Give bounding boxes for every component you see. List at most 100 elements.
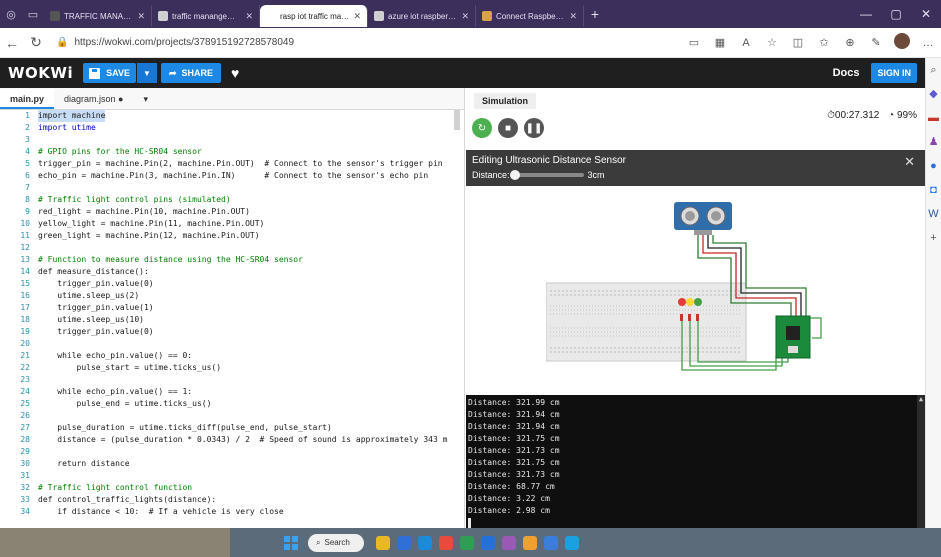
code-line[interactable]: 32 # Traffic light control function <box>0 482 465 494</box>
browser-tab[interactable]: Connect Raspberry Pi to Azure I ✕ <box>476 5 584 27</box>
heart-icon[interactable]: ♥ <box>231 65 239 81</box>
close-window-icon[interactable]: ✕ <box>911 7 941 21</box>
sidebar-shopping-icon[interactable]: ▬ <box>928 106 939 130</box>
taskbar-app-icon[interactable] <box>544 535 558 550</box>
close-tab-icon[interactable]: ✕ <box>245 11 253 22</box>
share-button[interactable]: ➦ SHARE <box>160 63 222 83</box>
collections-icon[interactable]: ⊕ <box>837 36 863 49</box>
code-line[interactable]: 16 utime.sleep_us(2) <box>0 290 465 302</box>
code-line[interactable]: 19 trigger_pin.value(0) <box>0 326 465 338</box>
sidebar-outlook-icon[interactable]: ◘ <box>930 178 937 202</box>
code-line[interactable]: 26 <box>0 410 465 422</box>
taskbar-app-icon[interactable] <box>502 535 516 550</box>
sidebar-word-icon[interactable]: W <box>928 202 938 226</box>
code-line[interactable]: 5 trigger_pin = machine.Pin(2, machine.Pi… <box>0 158 465 170</box>
save-button[interactable]: SAVE <box>83 63 136 83</box>
browser-tab[interactable]: rasp iot traffic management - Wi ✕ <box>260 5 368 27</box>
restart-button[interactable]: ↻ <box>472 118 492 138</box>
new-tab-button[interactable]: + <box>584 6 606 22</box>
sidebar-circle-icon[interactable]: ● <box>930 154 937 178</box>
more-icon[interactable]: … <box>915 37 941 49</box>
code-line[interactable]: 24 while echo_pin.value() == 1: <box>0 386 465 398</box>
code-line[interactable]: 21 while echo_pin.value() == 0: <box>0 350 465 362</box>
minimize-icon[interactable]: — <box>851 7 881 21</box>
browser-tab[interactable]: azure iot raspberry pi - Search ✕ <box>368 5 476 27</box>
ultrasonic-sensor[interactable] <box>674 202 732 235</box>
code-line[interactable]: 18 utime.sleep_us(10) <box>0 314 465 326</box>
code-line[interactable]: 23 <box>0 374 465 386</box>
code-line[interactable]: 15 trigger_pin.value(0) <box>0 278 465 290</box>
code-line[interactable]: 34 if distance < 10: # If a vehicle is v… <box>0 506 465 518</box>
url-field[interactable]: 🔒 https://wokwi.com/projects/37891519272… <box>56 32 456 54</box>
code-line[interactable]: 4 # GPIO pins for the HC-SR04 sensor <box>0 146 465 158</box>
code-line[interactable]: 17 trigger_pin.value(1) <box>0 302 465 314</box>
close-tab-icon[interactable]: ✕ <box>569 11 577 22</box>
editor-scrollbar[interactable] <box>454 110 460 130</box>
code-area[interactable]: 1 import machine 2 import utime 3 4 # GPIO pin… <box>0 110 465 528</box>
tab-actions-icon[interactable]: ▭ <box>22 0 44 28</box>
search-icon[interactable]: ⌕ <box>930 58 936 82</box>
tab-diagram-json[interactable]: diagram.json ● <box>54 89 133 109</box>
code-line[interactable]: 9 red_light = machine.Pin(10, machine.Pin… <box>0 206 465 218</box>
code-line[interactable]: 6 echo_pin = machine.Pin(3, machine.Pin.I… <box>0 170 465 182</box>
code-line[interactable]: 29 <box>0 446 465 458</box>
code-line[interactable]: 30 return distance <box>0 458 465 470</box>
slider-handle[interactable] <box>509 170 520 180</box>
favorite-icon[interactable]: ☆ <box>759 36 785 49</box>
code-line[interactable]: 10 yellow_light = machine.Pin(11, machine… <box>0 218 465 230</box>
split-screen-icon[interactable]: ◫ <box>785 36 811 49</box>
code-line[interactable]: 12 <box>0 242 465 254</box>
sidebar-app-icon[interactable]: ◆ <box>929 82 937 106</box>
back-icon[interactable]: ← <box>0 35 24 51</box>
close-icon[interactable]: ✕ <box>904 154 915 170</box>
close-tab-icon[interactable]: ✕ <box>137 11 145 22</box>
browser-menu-icon[interactable]: ◎ <box>0 0 22 28</box>
favorites-list-icon[interactable]: ✩ <box>811 36 837 49</box>
pause-button[interactable]: ❚❚ <box>524 118 544 138</box>
taskbar-app-icon[interactable] <box>523 535 537 550</box>
extensions-icon[interactable]: ✎ <box>863 36 889 49</box>
taskbar-app-icon[interactable] <box>397 535 411 550</box>
start-icon[interactable] <box>284 535 298 550</box>
code-line[interactable]: 7 <box>0 182 465 194</box>
browser-tab[interactable]: TRAFFIC MANAGEMENT - Wokwi ✕ <box>44 5 152 27</box>
docs-link[interactable]: Docs <box>833 67 860 79</box>
taskbar-app-icon[interactable] <box>418 535 432 550</box>
taskbar-app-icon[interactable] <box>481 535 495 550</box>
code-line[interactable]: 8 # Traffic light control pins (simulated… <box>0 194 465 206</box>
taskbar-app-icon[interactable] <box>439 535 453 550</box>
taskbar-search[interactable]: ⌕ Search <box>308 533 364 552</box>
code-line[interactable]: 25 pulse_end = utime.ticks_us() <box>0 398 465 410</box>
wokwi-logo[interactable]: WOKWi <box>8 64 73 82</box>
code-line[interactable]: 2 import utime <box>0 122 465 134</box>
read-aloud-icon[interactable]: A <box>733 37 759 49</box>
taskbar-weather-area[interactable] <box>0 528 230 557</box>
maximize-icon[interactable]: ▢ <box>881 7 911 21</box>
code-line[interactable]: 1 import machine <box>0 110 465 122</box>
code-line[interactable]: 27 pulse_duration = utime.ticks_diff(pul… <box>0 422 465 434</box>
code-line[interactable]: 3 <box>0 134 465 146</box>
taskbar-app-icon[interactable] <box>565 535 579 550</box>
editor-tab-menu[interactable]: ▾ <box>133 89 158 109</box>
sidebar-add-icon[interactable]: + <box>930 226 936 250</box>
raspberry-pi-pico[interactable] <box>775 315 811 359</box>
serial-scrollbar[interactable]: ▲ <box>917 395 925 528</box>
browser-tab[interactable]: traffic manangement using arduino✕ <box>152 5 260 27</box>
stop-button[interactable]: ■ <box>498 118 518 138</box>
code-line[interactable]: 33 def control_traffic_lights(distance): <box>0 494 465 506</box>
save-dropdown-button[interactable]: ▼ <box>136 63 157 83</box>
close-tab-icon[interactable]: ✕ <box>353 11 361 22</box>
close-tab-icon[interactable]: ✕ <box>461 11 469 22</box>
code-line[interactable]: 28 distance = (pulse_duration * 0.0343) … <box>0 434 465 446</box>
code-line[interactable]: 13 # Function to measure distance using t… <box>0 254 465 266</box>
distance-slider[interactable] <box>509 170 584 180</box>
grid-icon[interactable]: ▦ <box>707 36 733 49</box>
refresh-icon[interactable]: ↻ <box>24 34 48 51</box>
sign-in-button[interactable]: SIGN IN <box>871 63 917 83</box>
code-line[interactable]: 31 <box>0 470 465 482</box>
app-install-icon[interactable]: ▭ <box>681 36 707 49</box>
code-line[interactable]: 22 pulse_start = utime.ticks_us() <box>0 362 465 374</box>
tab-main-py[interactable]: main.py <box>0 89 55 109</box>
scroll-up-icon[interactable]: ▲ <box>917 395 925 403</box>
taskbar-app-icon[interactable] <box>376 535 390 550</box>
